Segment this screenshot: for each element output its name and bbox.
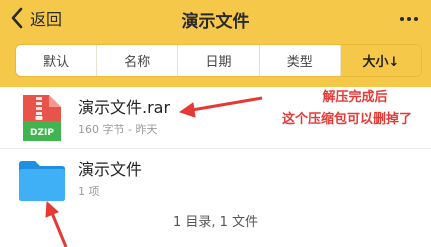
annotation-line1: 解压完成后	[322, 90, 388, 105]
folder-name: 演示文件	[78, 160, 143, 179]
file-meta: 160 字节 - 昨天	[78, 123, 158, 136]
sort-strip: 默认 名称 日期 类型 大小↓	[0, 36, 431, 87]
sort-segmented-control: 默认 名称 日期 类型 大小↓	[15, 44, 422, 77]
file-row-folder[interactable]: 演示文件 1 项	[0, 148, 431, 210]
page-title: 演示文件	[181, 12, 250, 32]
sort-option-type[interactable]: 类型	[260, 45, 341, 76]
top-bar: 返回 演示文件	[0, 0, 431, 36]
annotation-line2: 这个压缩包可以删掉了	[281, 112, 412, 127]
more-dot-icon	[414, 17, 418, 21]
archive-icon-label: DZIP	[30, 128, 54, 138]
sort-option-name[interactable]: 名称	[97, 45, 179, 76]
file-name: 演示文件.rar	[78, 98, 171, 117]
sort-option-default[interactable]: 默认	[16, 45, 98, 76]
more-dot-icon	[407, 17, 411, 21]
more-options-button[interactable]	[399, 9, 419, 29]
folder-meta: 1 项	[78, 185, 100, 198]
folder-icon	[17, 155, 67, 205]
sort-option-size[interactable]: 大小↓	[340, 45, 421, 76]
sort-option-date[interactable]: 日期	[178, 45, 260, 76]
dzip-archive-icon: DZIP	[17, 93, 67, 143]
more-dot-icon	[400, 17, 404, 21]
summary-footer: 1 目录, 1 文件	[172, 215, 259, 230]
